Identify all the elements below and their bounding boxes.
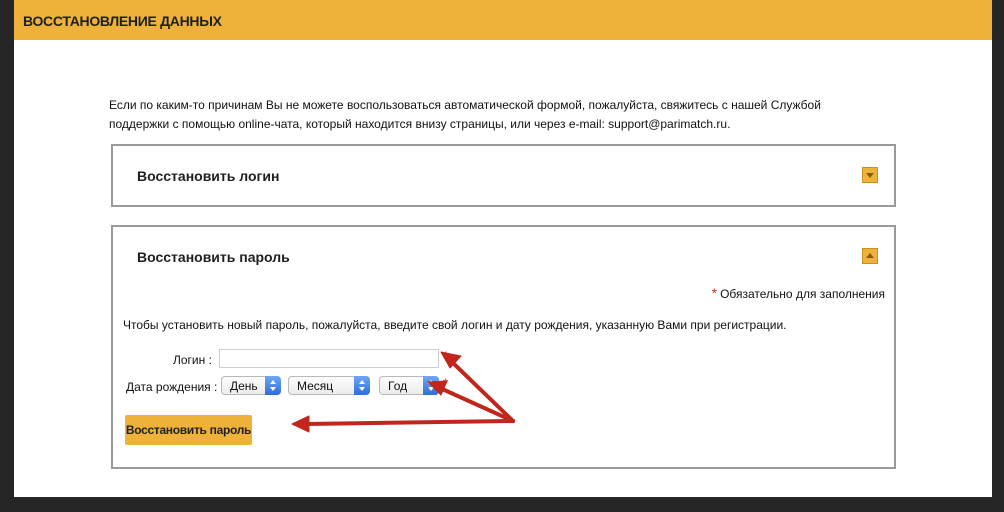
page-title: ВОССТАНОВЛЕНИЕ ДАННЫХ	[23, 13, 222, 29]
month-select[interactable]: Месяц	[288, 376, 370, 395]
recover-login-title[interactable]: Восстановить логин	[137, 168, 279, 184]
login-label: Логин :	[173, 353, 212, 367]
required-star: *	[711, 285, 718, 301]
page: ВОССТАНОВЛЕНИЕ ДАННЫХ Если по каким-то п…	[14, 0, 992, 497]
chevron-down-icon[interactable]	[862, 167, 878, 183]
instruction-text: Чтобы установить новый пароль, пожалуйст…	[123, 318, 787, 332]
recover-password-panel: Восстановить пароль * Обязательно для зап…	[111, 225, 896, 469]
login-required-star: *	[443, 348, 449, 364]
chevron-up-icon[interactable]	[862, 248, 878, 264]
day-select[interactable]: День	[221, 376, 281, 395]
select-arrows-icon	[265, 376, 281, 395]
select-arrows-icon	[354, 376, 370, 395]
day-select-value: День	[230, 379, 258, 393]
month-select-value: Месяц	[297, 379, 334, 393]
year-select-value: Год	[388, 379, 408, 393]
intro-text: Если по каким-то причинам Вы не можете в…	[109, 98, 821, 131]
year-select[interactable]: Год	[379, 376, 439, 395]
recover-password-button[interactable]: Восстановить пароль	[125, 415, 252, 445]
dob-label: Дата рождения :	[126, 380, 218, 394]
recover-login-panel[interactable]: Восстановить логин	[111, 144, 896, 207]
required-note-text: Обязательно для заполнения	[720, 287, 885, 301]
login-input[interactable]	[219, 349, 439, 368]
required-note: * Обязательно для заполнения	[712, 285, 885, 301]
dob-required-star: *	[443, 375, 449, 391]
select-arrows-icon	[423, 376, 439, 395]
recover-password-title[interactable]: Восстановить пароль	[137, 249, 290, 265]
header-bar: ВОССТАНОВЛЕНИЕ ДАННЫХ	[14, 0, 992, 40]
